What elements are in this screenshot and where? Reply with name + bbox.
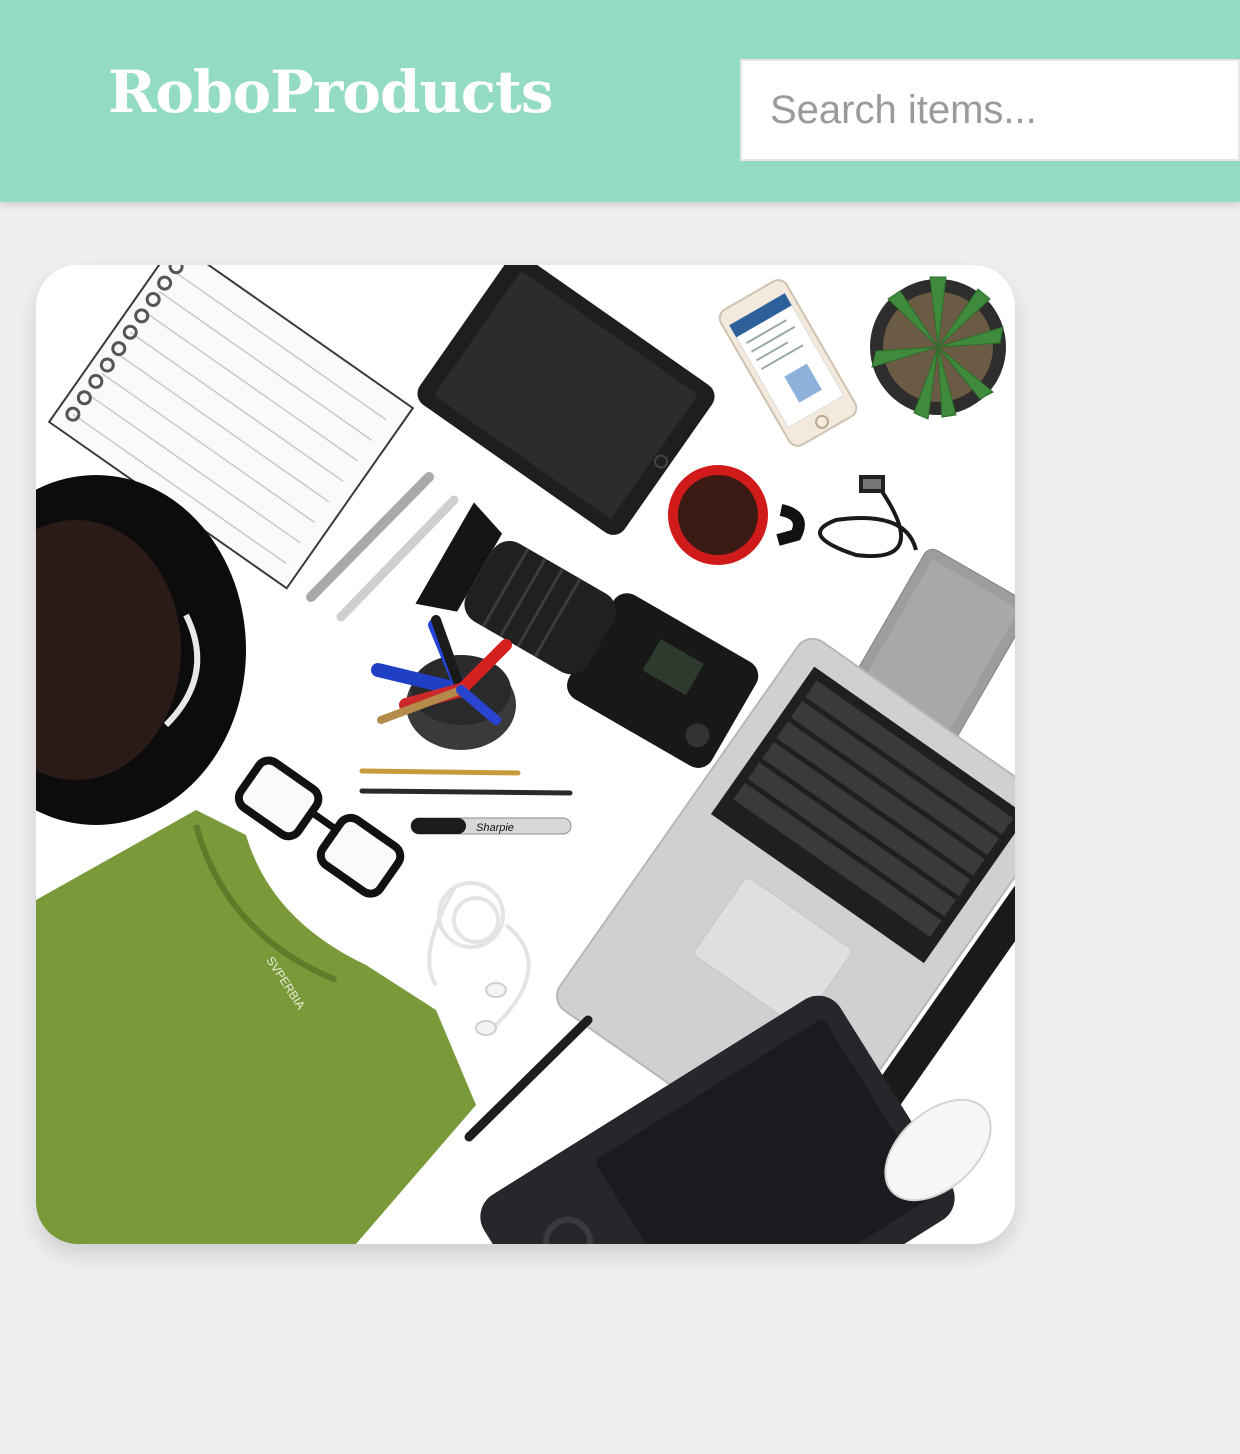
marker-illustration: Sharpie bbox=[410, 817, 572, 835]
product-image: Sharpie SVPERBIA bbox=[36, 265, 1015, 1244]
svg-text:Sharpie: Sharpie bbox=[476, 822, 514, 834]
brand-title: RoboProducts bbox=[108, 58, 553, 126]
search-input[interactable] bbox=[740, 59, 1240, 161]
top-bar: RoboProducts bbox=[0, 0, 1240, 202]
product-card[interactable]: Sharpie SVPERBIA bbox=[36, 265, 1015, 1244]
